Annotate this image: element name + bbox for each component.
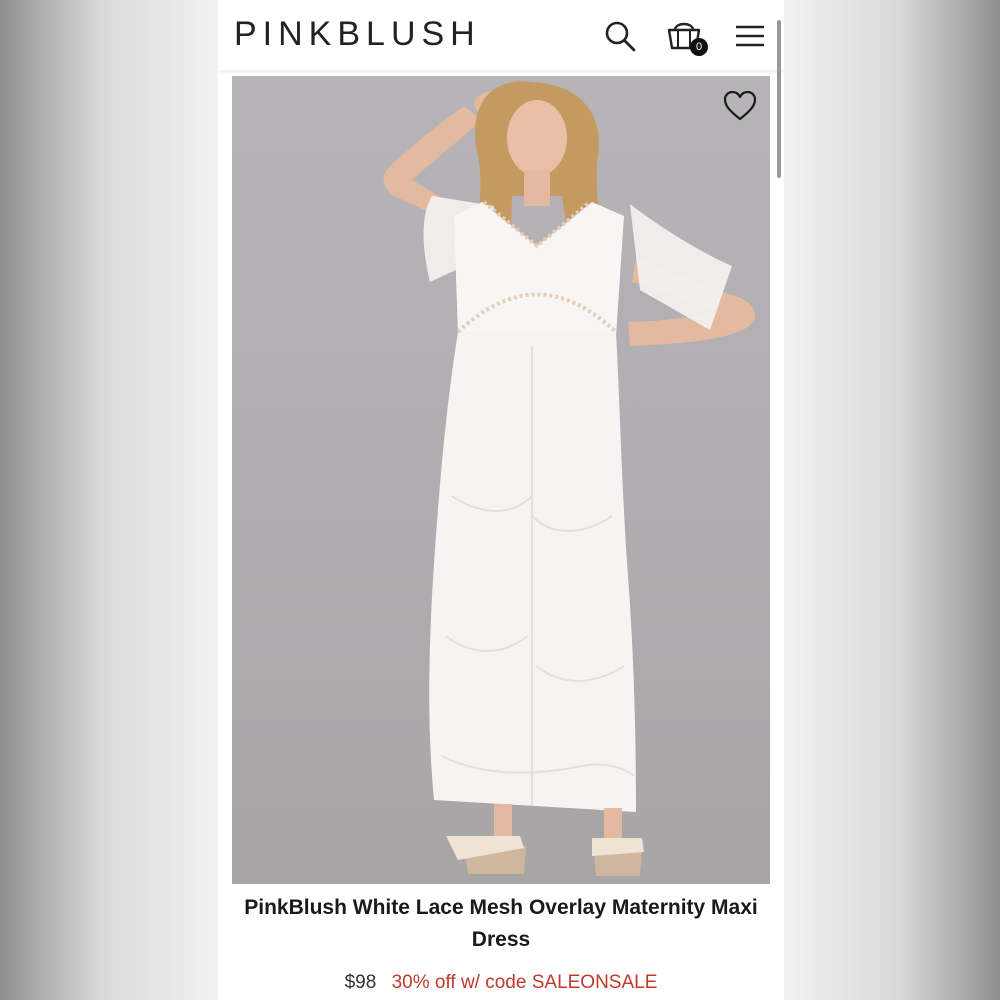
menu-icon[interactable] bbox=[732, 18, 768, 54]
shopping-bag-button[interactable]: 0 bbox=[666, 18, 708, 56]
cart-count-badge: 0 bbox=[690, 38, 708, 56]
search-icon[interactable] bbox=[602, 18, 638, 54]
scrollbar[interactable] bbox=[777, 20, 781, 178]
product-title: PinkBlush White Lace Mesh Overlay Matern… bbox=[244, 896, 758, 951]
price-row: $98 30% off w/ code SALEONSALE bbox=[218, 968, 784, 998]
mobile-screen: PINKBLUSH 0 PinkBlush White Lace Mesh Ov… bbox=[218, 0, 784, 1000]
model-in-white-dress-image bbox=[383, 81, 755, 876]
heart-outline-icon bbox=[723, 90, 757, 121]
wishlist-button[interactable] bbox=[722, 88, 758, 124]
brand-logo[interactable]: PINKBLUSH bbox=[234, 16, 481, 52]
product-price: $98 bbox=[344, 972, 377, 993]
product-photo[interactable] bbox=[232, 76, 770, 884]
promo-code-text: 30% off w/ code SALEONSALE bbox=[391, 972, 658, 993]
site-header: PINKBLUSH 0 bbox=[218, 0, 784, 70]
